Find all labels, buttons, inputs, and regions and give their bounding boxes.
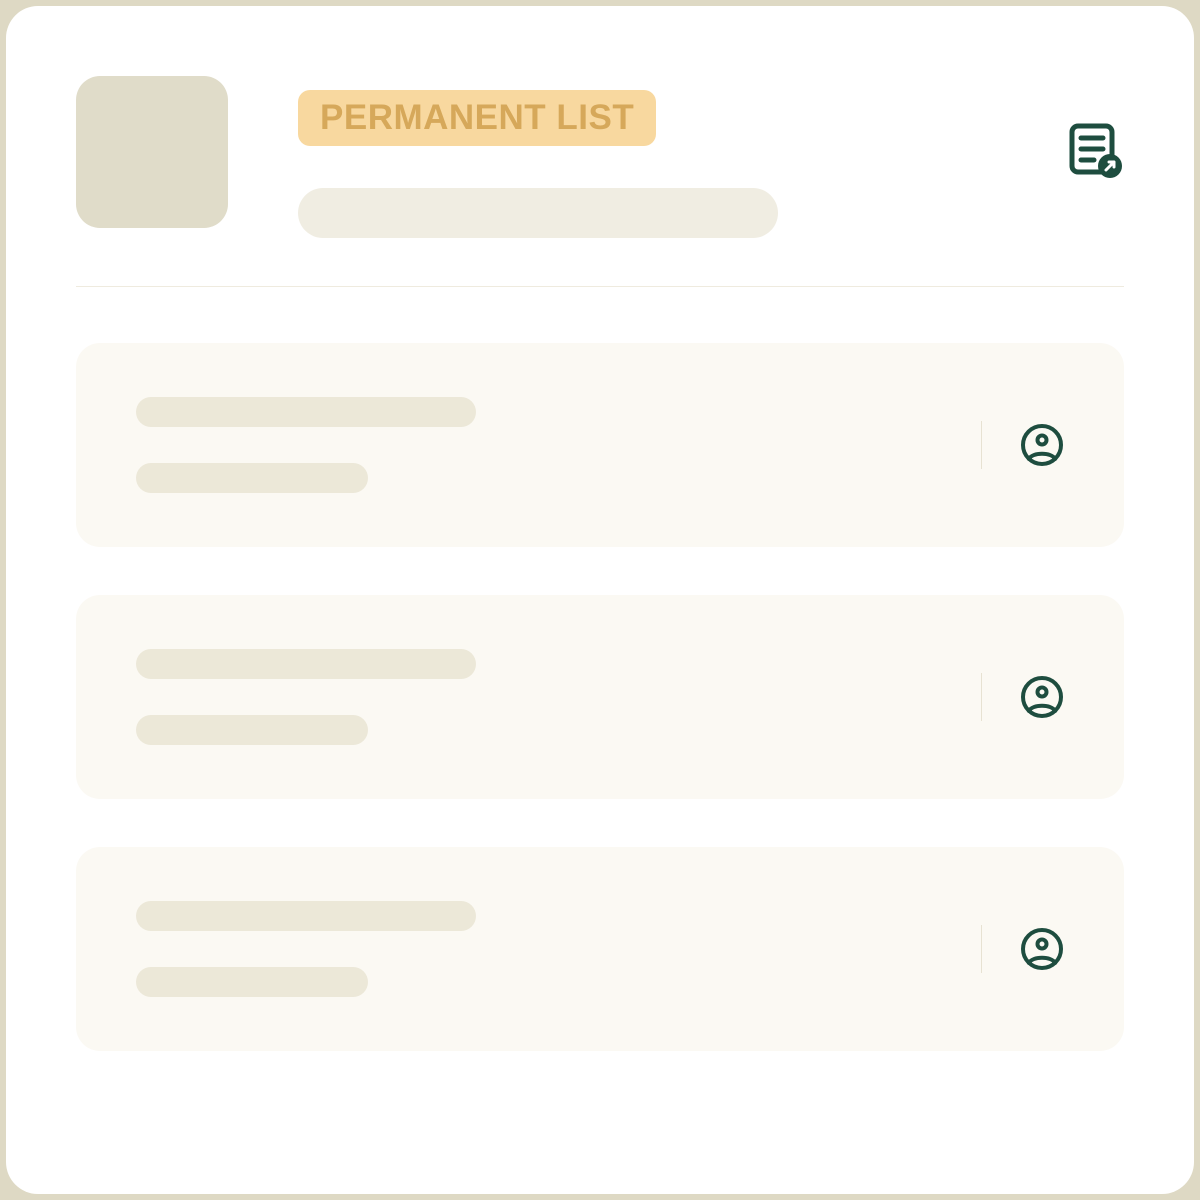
document-share-icon <box>1066 122 1124 180</box>
list-item[interactable] <box>76 343 1124 547</box>
item-subtitle-placeholder <box>136 715 368 745</box>
item-divider <box>981 421 982 469</box>
items-list <box>76 343 1124 1051</box>
item-content <box>136 397 981 493</box>
item-title-placeholder <box>136 397 476 427</box>
item-content <box>136 901 981 997</box>
user-circle-icon <box>1020 927 1064 971</box>
share-list-button[interactable] <box>1066 76 1124 180</box>
list-item[interactable] <box>76 847 1124 1051</box>
header-info: PERMANENT LIST <box>298 76 996 238</box>
item-title-placeholder <box>136 901 476 931</box>
item-title-placeholder <box>136 649 476 679</box>
user-circle-icon <box>1020 675 1064 719</box>
item-user-button[interactable] <box>1020 927 1064 971</box>
list-item[interactable] <box>76 595 1124 799</box>
list-header: PERMANENT LIST <box>76 76 1124 287</box>
list-title-placeholder <box>298 188 778 238</box>
list-detail-card: PERMANENT LIST <box>6 6 1194 1194</box>
item-divider <box>981 925 982 973</box>
item-divider <box>981 673 982 721</box>
item-subtitle-placeholder <box>136 967 368 997</box>
item-subtitle-placeholder <box>136 463 368 493</box>
permanent-list-badge: PERMANENT LIST <box>298 90 656 146</box>
item-user-button[interactable] <box>1020 423 1064 467</box>
list-thumbnail <box>76 76 228 228</box>
item-user-button[interactable] <box>1020 675 1064 719</box>
user-circle-icon <box>1020 423 1064 467</box>
item-content <box>136 649 981 745</box>
